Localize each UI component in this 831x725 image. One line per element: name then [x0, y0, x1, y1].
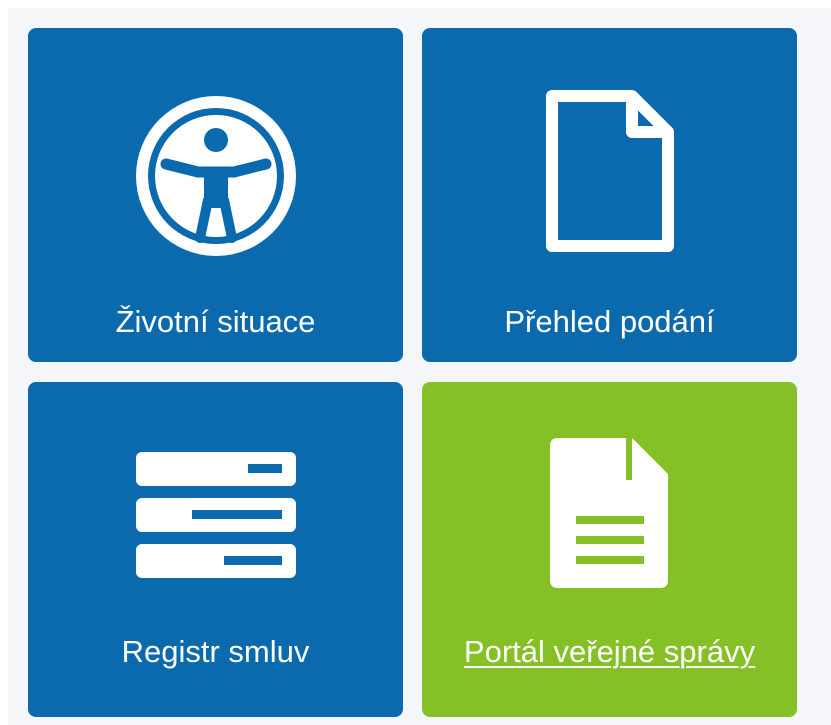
tile-zivotni-situace[interactable]: Životní situace	[28, 28, 403, 362]
tile-prehled-podani[interactable]: Přehled podání	[422, 28, 797, 362]
accessibility-icon	[135, 96, 296, 256]
tile-label: Přehled podání	[504, 304, 715, 339]
document-text-icon	[549, 438, 668, 588]
tile-label: Portál veřejné správy	[463, 634, 756, 669]
tile-label: Registr smluv	[121, 634, 310, 669]
tiles-panel: Životní situace Přehled podání Registr s…	[8, 8, 831, 725]
tile-portal-verejne-spravy[interactable]: Portál veřejné správy	[422, 382, 797, 717]
tile-label: Životní situace	[115, 304, 316, 339]
registry-stack-icon	[135, 452, 296, 578]
document-outline-icon	[545, 90, 674, 252]
tile-registr-smluv[interactable]: Registr smluv	[28, 382, 403, 717]
